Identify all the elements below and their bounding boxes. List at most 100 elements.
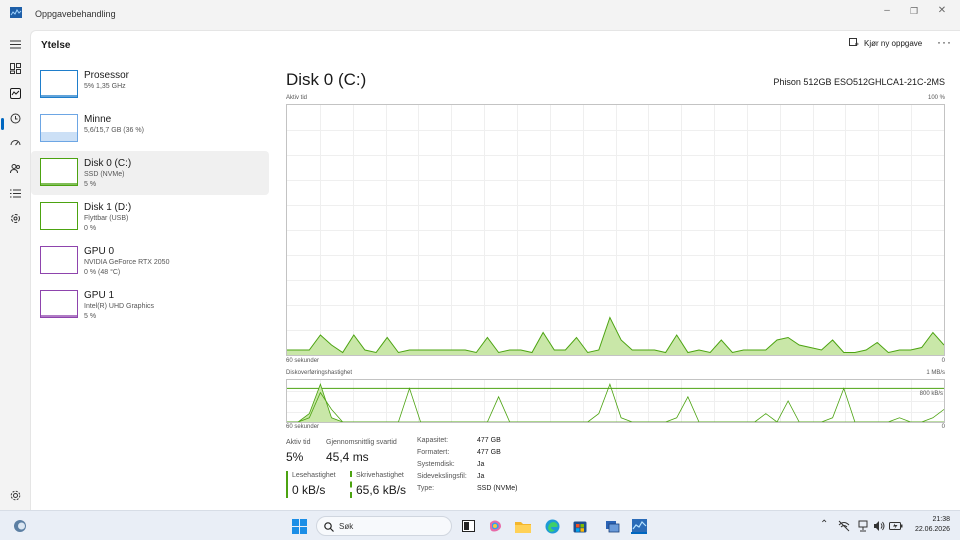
menu-icon[interactable]: [6, 35, 24, 53]
users-icon[interactable]: [6, 159, 24, 177]
more-options-button[interactable]: ···: [937, 35, 952, 49]
search-input[interactable]: Søk: [316, 516, 452, 536]
navigation-rail: [0, 30, 30, 510]
resource-thumbnail: [40, 158, 78, 186]
resource-item[interactable]: Minne 5,6/15,7 GB (36 %): [31, 107, 269, 151]
write-speed-label: Skrivehastighet: [356, 472, 404, 479]
gear-icon[interactable]: [6, 486, 24, 504]
resource-utilization-fill: [41, 315, 77, 317]
graph2-max: 1 MB/s: [926, 370, 945, 376]
graph2-label: Diskoverføringshastighet: [286, 370, 353, 376]
resource-name: GPU 0: [84, 246, 115, 257]
task-manager-taskbar-icon[interactable]: [631, 518, 647, 534]
property-row: Systemdisk: Ja: [417, 461, 567, 473]
services-icon[interactable]: [6, 209, 24, 227]
property-row: Type: SSD (NVMe): [417, 485, 567, 497]
detail-title: Disk 0 (C:): [286, 70, 367, 89]
graph1-time: 60 sekunder: [286, 358, 320, 364]
disk-model: Phison 512GB ESO512GHLCA1-21C-2MS: [773, 77, 945, 87]
resource-item[interactable]: Disk 1 (D:) Flyttbar (USB) 0 %: [31, 195, 269, 239]
resource-name: GPU 1: [84, 290, 115, 301]
widgets-icon[interactable]: [12, 518, 28, 534]
property-key: Systemdisk:: [417, 461, 455, 468]
search-placeholder: Søk: [339, 522, 354, 531]
resource-detail: 0 %: [84, 225, 97, 232]
startup-icon[interactable]: [6, 134, 24, 152]
graph1-max: 100 %: [927, 95, 945, 101]
resource-item[interactable]: GPU 1 Intel(R) UHD Graphics 5 %: [31, 283, 269, 327]
read-speed-label: Lesehastighet: [292, 472, 336, 479]
write-speed-value: 65,6 kB/s: [356, 483, 407, 497]
resource-item[interactable]: Disk 0 (C:) SSD (NVMe) 5 %: [31, 151, 269, 195]
write-speed-bar: [350, 471, 352, 498]
resource-thumbnail: [40, 246, 78, 274]
resource-detail: 5,6/15,7 GB (36 %): [84, 127, 144, 134]
resource-name: Minne: [84, 114, 112, 125]
clock-date: 22.06.2026: [914, 526, 950, 533]
task-view-icon[interactable]: [460, 518, 476, 534]
resource-name: Disk 1 (D:): [84, 202, 132, 213]
graph2-min: 0: [941, 424, 945, 430]
property-row: Formatert: 477 GB: [417, 449, 567, 461]
run-task-label: Kjør ny oppgave: [864, 38, 923, 48]
app-history-icon[interactable]: [6, 109, 24, 127]
volume-icon[interactable]: [873, 520, 885, 532]
resource-thumbnail: [40, 202, 78, 230]
resource-detail: 0 % (48 °C): [84, 269, 121, 276]
resource-detail: 5 %: [84, 181, 97, 188]
taskbar: Søk ⌃ 21:38 22.06.2026: [0, 510, 960, 540]
close-button[interactable]: ✕: [931, 4, 953, 18]
response-time-label: Gjennomsnittlig svartid: [326, 439, 397, 446]
page-title: Ytelse: [41, 40, 71, 51]
transfer-rate-series: [287, 383, 944, 422]
resource-detail: 5 %: [84, 313, 97, 320]
graph2-ref-label: 800 kB/s: [919, 391, 943, 397]
page-header: Ytelse Kjør ny oppgave ···: [31, 31, 960, 61]
title-bar: Oppgavebehandling – ❐ ✕: [0, 0, 960, 30]
resource-thumbnail: [40, 70, 78, 98]
minimize-button[interactable]: –: [876, 4, 898, 18]
task-manager-app-icon: [10, 7, 22, 18]
battery-icon[interactable]: [889, 520, 903, 532]
active-time-series: [287, 316, 944, 355]
copilot-icon[interactable]: [487, 518, 503, 534]
property-key: Type:: [417, 485, 435, 492]
graph1-label: Aktiv tid: [286, 95, 308, 101]
resource-detail: SSD (NVMe): [84, 171, 125, 178]
resource-thumbnail: [40, 290, 78, 318]
resource-item[interactable]: Prosessor 5% 1,35 GHz: [31, 63, 269, 107]
file-explorer-icon[interactable]: [515, 518, 531, 534]
resource-detail: NVIDIA GeForce RTX 2050: [84, 259, 170, 266]
network-off-icon[interactable]: [838, 520, 850, 532]
maximize-button[interactable]: ❐: [903, 4, 925, 18]
property-value: SSD (NVMe): [477, 485, 518, 492]
property-value: Ja: [477, 461, 485, 468]
graph1-min: 0: [941, 358, 945, 364]
start-icon[interactable]: [291, 518, 307, 534]
resource-name: Disk 0 (C:): [84, 158, 132, 169]
run-task-icon: [849, 38, 859, 46]
clock[interactable]: 21:38 22.06.2026: [912, 516, 950, 533]
property-key: Formatert:: [417, 449, 450, 456]
details-icon[interactable]: [6, 184, 24, 202]
property-value: 477 GB: [477, 449, 501, 456]
resource-item[interactable]: GPU 0 NVIDIA GeForce RTX 2050 0 % (48 °C): [31, 239, 269, 283]
resource-detail: Flyttbar (USB): [84, 215, 129, 222]
remote-desktop-icon[interactable]: [604, 518, 620, 534]
chevron-up-icon[interactable]: ⌃: [820, 519, 828, 530]
read-speed-line: [287, 383, 944, 422]
performance-icon[interactable]: [6, 84, 24, 102]
edge-browser-icon[interactable]: [544, 518, 560, 534]
network-icon[interactable]: [857, 520, 869, 532]
active-time-value: 5%: [286, 450, 304, 464]
run-new-task-button[interactable]: Kjør ny oppgave: [849, 38, 922, 48]
store-icon[interactable]: [572, 518, 588, 534]
graph2-time: 60 sekunder: [286, 424, 320, 430]
processes-icon[interactable]: [6, 59, 24, 77]
resource-utilization-fill: [41, 131, 77, 141]
property-key: Sidevekslingsfil:: [417, 473, 467, 480]
active-time-label: Aktiv tid: [286, 439, 311, 446]
resource-utilization-fill: [41, 95, 77, 97]
property-row: Sidevekslingsfil: Ja: [417, 473, 567, 485]
property-value: Ja: [477, 473, 485, 480]
